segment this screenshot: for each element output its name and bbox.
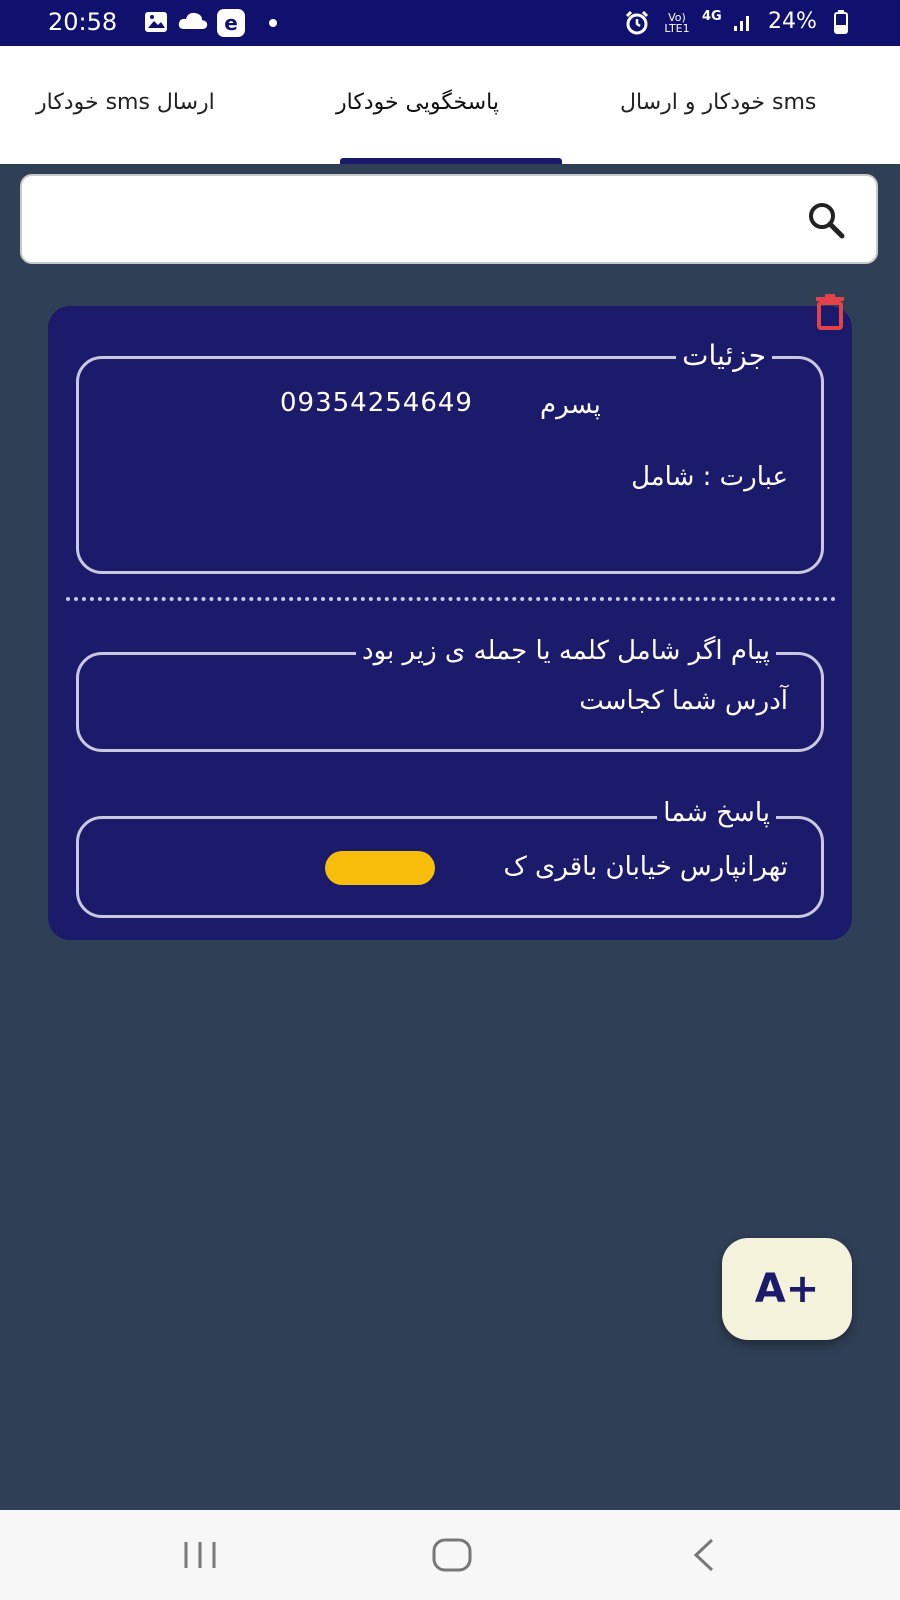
- home-icon[interactable]: [432, 1538, 472, 1572]
- redaction-mark: [325, 851, 435, 885]
- status-time: 20:58: [48, 8, 118, 36]
- reply-legend: پاسخ شما: [657, 796, 776, 830]
- details-legend: جزئیات: [676, 338, 772, 374]
- battery-percent: 24%: [768, 9, 817, 34]
- tab-indicator: [340, 158, 562, 164]
- navigation-bar: [0, 1510, 900, 1600]
- add-rule-button[interactable]: A+: [722, 1238, 852, 1340]
- alarm-icon: [625, 10, 649, 35]
- dot-icon: [269, 19, 277, 27]
- battery-icon: [834, 10, 848, 34]
- tab-auto-send-sms[interactable]: ارسال sms خودکار: [36, 90, 215, 115]
- tab-bar: ارسال sms خودکار پاسخگویی خودکار sms خود…: [0, 46, 900, 164]
- cloud-icon: [178, 12, 208, 29]
- status-bar: 20:58 e Vo) LTE1 4G 24%: [0, 0, 900, 46]
- delete-icon[interactable]: [814, 294, 846, 330]
- contact-name: پسرم: [540, 390, 601, 420]
- contact-number: 09354254649: [280, 388, 473, 418]
- reply-text: تهرانپارس خیابان باقری ک: [503, 852, 788, 882]
- search-bar[interactable]: [20, 174, 878, 264]
- trigger-legend: پیام اگر شامل کلمه یا جمله ی زیر بود: [356, 634, 776, 668]
- svg-text:e: e: [224, 11, 238, 35]
- browser-icon: e: [217, 9, 245, 37]
- divider: [66, 597, 836, 601]
- recent-apps-icon[interactable]: [182, 1540, 218, 1570]
- back-icon[interactable]: [692, 1538, 716, 1572]
- tab-auto-reply[interactable]: پاسخگویی خودکار: [336, 90, 499, 115]
- gallery-icon: [145, 12, 167, 32]
- match-condition: عبارت : شامل: [631, 462, 788, 492]
- volte-label: Vo) LTE1: [664, 11, 690, 35]
- trigger-text: آدرس شما کجاست: [579, 686, 788, 716]
- network-label: 4G: [702, 9, 722, 24]
- signal-icon: [734, 16, 749, 31]
- search-icon[interactable]: [806, 200, 846, 240]
- tab-auto-and-send-sms[interactable]: sms خودکار و ارسال: [620, 90, 816, 115]
